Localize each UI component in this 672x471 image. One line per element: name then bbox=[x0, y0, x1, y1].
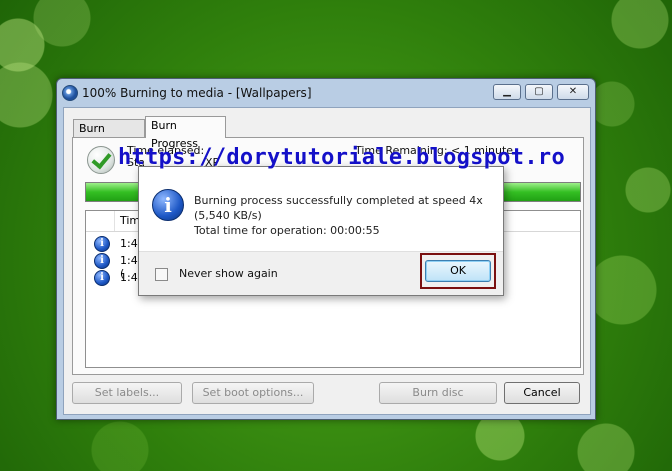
window-title: 100% Burning to media - [Wallpapers] bbox=[82, 86, 312, 100]
ok-button-highlight: OK bbox=[420, 253, 496, 289]
cancel-button[interactable]: Cancel bbox=[504, 382, 580, 404]
info-icon: i bbox=[94, 270, 110, 286]
info-icon: i bbox=[94, 236, 110, 252]
never-show-again-checkbox[interactable] bbox=[155, 268, 168, 281]
set-boot-options-button[interactable]: Set boot options... bbox=[192, 382, 314, 404]
title-bar[interactable]: 100% Burning to media - [Wallpapers] ▁ ▢… bbox=[57, 79, 595, 107]
dialog-content: i Burning process successfully completed… bbox=[139, 167, 503, 252]
dialog-message-line1: Burning process successfully completed a… bbox=[194, 194, 483, 207]
set-labels-button[interactable]: Set labels... bbox=[72, 382, 182, 404]
green-check-icon bbox=[87, 146, 115, 174]
watermark-url: https://dorytutoriale.blogspot.ro bbox=[118, 145, 565, 170]
info-icon: i bbox=[152, 189, 184, 221]
dialog-message: Burning process successfully completed a… bbox=[194, 193, 483, 238]
tab-burn-progress[interactable]: Burn Progress bbox=[145, 116, 226, 150]
minimize-button[interactable]: ▁ bbox=[493, 84, 521, 100]
never-show-again-label[interactable]: Never show again bbox=[179, 267, 278, 280]
column-separator bbox=[114, 211, 115, 231]
dialog-message-line2: (5,540 KB/s) bbox=[194, 209, 262, 222]
app-disc-icon bbox=[62, 85, 78, 101]
completion-dialog: i Burning process successfully completed… bbox=[138, 166, 504, 296]
maximize-button[interactable]: ▢ bbox=[525, 84, 553, 100]
dialog-message-line3: Total time for operation: 00:00:55 bbox=[194, 224, 380, 237]
burn-disc-button[interactable]: Burn disc bbox=[379, 382, 497, 404]
close-button[interactable]: ✕ bbox=[557, 84, 589, 100]
ok-button[interactable]: OK bbox=[425, 260, 491, 282]
info-icon: i bbox=[94, 253, 110, 269]
tab-burn-options[interactable]: Burn Options bbox=[73, 119, 145, 153]
